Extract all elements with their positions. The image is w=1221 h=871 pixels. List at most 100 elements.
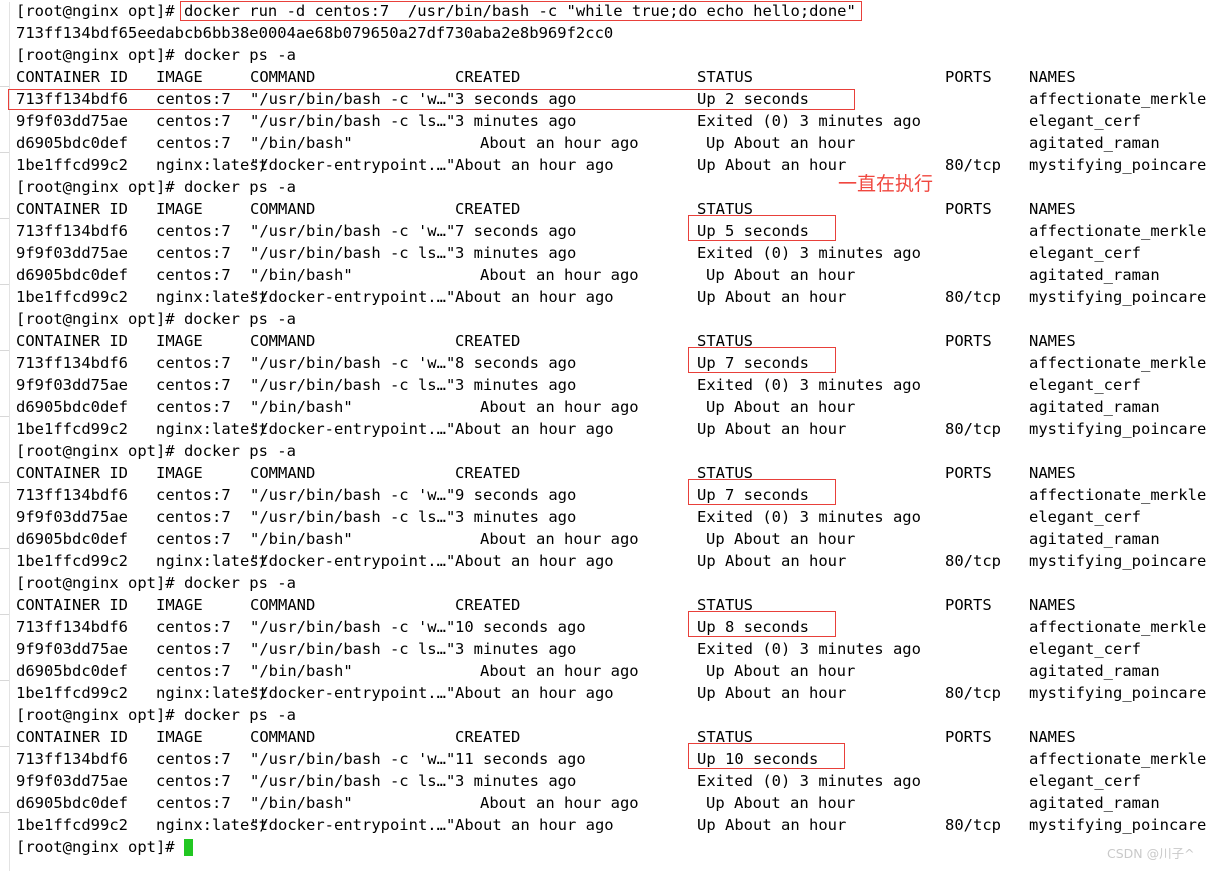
cell-status: Up About an hour <box>706 398 856 416</box>
cell-status: Up 5 seconds <box>697 222 809 240</box>
column-header-created: CREATED <box>455 464 521 482</box>
cell-status: Up About an hour <box>706 662 856 680</box>
terminal-cursor <box>183 839 193 856</box>
column-header-ports: PORTS <box>945 68 992 86</box>
cell-status: Up About an hour <box>706 794 856 812</box>
cell-created: About an hour ago <box>455 420 614 438</box>
cell-created: 3 minutes ago <box>455 772 577 790</box>
cell-command: "/docker-entrypoint.…" <box>250 420 456 438</box>
cell-container-id: d6905bdc0def <box>16 398 128 416</box>
cell-command: "/usr/bin/bash -c ls…" <box>250 112 456 130</box>
column-header-status: STATUS <box>697 464 753 482</box>
cell-status: Up 10 seconds <box>697 750 819 768</box>
cell-names: elegant_cerf <box>1029 508 1141 526</box>
cell-image: centos:7 <box>156 266 231 284</box>
cell-created: About an hour ago <box>455 552 614 570</box>
column-header-image: IMAGE <box>156 596 203 614</box>
cell-container-id: 9f9f03dd75ae <box>16 376 128 394</box>
cell-ports: 80/tcp <box>945 816 1001 834</box>
cell-status: Up About an hour <box>697 816 847 834</box>
cell-status: Up About an hour <box>706 134 856 152</box>
cell-created: About an hour ago <box>480 794 639 812</box>
column-header-container-id: CONTAINER ID <box>16 200 128 218</box>
cell-command: "/usr/bin/bash -c ls…" <box>250 376 456 394</box>
cell-status: Exited (0) 3 minutes ago <box>697 772 921 790</box>
cell-created: About an hour ago <box>480 662 639 680</box>
cell-image: centos:7 <box>156 90 231 108</box>
cell-container-id: 713ff134bdf6 <box>16 222 128 240</box>
cell-status: Up About an hour <box>697 552 847 570</box>
cell-status: Up 2 seconds <box>697 90 809 108</box>
shell-prompt: [root@nginx opt]# <box>16 838 184 856</box>
column-header-names: NAMES <box>1029 728 1076 746</box>
cell-container-id: 1be1ffcd99c2 <box>16 816 128 834</box>
column-header-status: STATUS <box>697 596 753 614</box>
cell-created: 3 minutes ago <box>455 640 577 658</box>
cell-status: Exited (0) 3 minutes ago <box>697 112 921 130</box>
cell-command: "/usr/bin/bash -c 'w…" <box>250 222 456 240</box>
column-header-command: COMMAND <box>250 464 316 482</box>
cell-command: "/docker-entrypoint.…" <box>250 156 456 174</box>
cell-command: "/bin/bash" <box>250 398 353 416</box>
cell-names: affectionate_merkle <box>1029 750 1207 768</box>
column-header-image: IMAGE <box>156 728 203 746</box>
cell-created: About an hour ago <box>455 288 614 306</box>
column-header-container-id: CONTAINER ID <box>16 332 128 350</box>
cell-command: "/usr/bin/bash -c ls…" <box>250 772 456 790</box>
cell-names: elegant_cerf <box>1029 772 1141 790</box>
docker-ps-command-text: [root@nginx opt]# docker ps -a <box>16 46 296 64</box>
cell-image: centos:7 <box>156 530 231 548</box>
cell-created: 8 seconds ago <box>455 354 577 372</box>
cell-image: centos:7 <box>156 376 231 394</box>
shell-prompt: [root@nginx opt]# <box>16 2 184 20</box>
cell-image: centos:7 <box>156 398 231 416</box>
cell-command: "/usr/bin/bash -c ls…" <box>250 244 456 262</box>
cell-names: affectionate_merkle <box>1029 486 1207 504</box>
cell-created: 11 seconds ago <box>455 750 586 768</box>
cell-ports: 80/tcp <box>945 552 1001 570</box>
cell-names: agitated_raman <box>1029 398 1160 416</box>
cell-status: Up About an hour <box>697 156 847 174</box>
container-hash-text: 713ff134bdf65eedabcb6bb38e0004ae68b07965… <box>16 24 614 42</box>
cell-command: "/usr/bin/bash -c ls…" <box>250 640 456 658</box>
cell-container-id: 1be1ffcd99c2 <box>16 288 128 306</box>
cell-created: 3 minutes ago <box>455 244 577 262</box>
cell-command: "/usr/bin/bash -c ls…" <box>250 508 456 526</box>
cell-container-id: 713ff134bdf6 <box>16 354 128 372</box>
column-header-names: NAMES <box>1029 464 1076 482</box>
column-header-command: COMMAND <box>250 200 316 218</box>
docker-ps-command-text: [root@nginx opt]# docker ps -a <box>16 442 296 460</box>
column-header-image: IMAGE <box>156 464 203 482</box>
column-header-image: IMAGE <box>156 68 203 86</box>
cell-names: elegant_cerf <box>1029 640 1141 658</box>
cell-ports: 80/tcp <box>945 420 1001 438</box>
column-header-ports: PORTS <box>945 464 992 482</box>
cell-image: centos:7 <box>156 640 231 658</box>
cell-image: centos:7 <box>156 750 231 768</box>
column-header-names: NAMES <box>1029 68 1076 86</box>
cell-container-id: 1be1ffcd99c2 <box>16 684 128 702</box>
terminal-window[interactable]: [root@nginx opt]# docker run -d centos:7… <box>0 0 1221 871</box>
cell-image: centos:7 <box>156 222 231 240</box>
cell-status: Exited (0) 3 minutes ago <box>697 376 921 394</box>
cell-ports: 80/tcp <box>945 156 1001 174</box>
cell-names: affectionate_merkle <box>1029 90 1207 108</box>
cell-container-id: d6905bdc0def <box>16 530 128 548</box>
column-header-ports: PORTS <box>945 596 992 614</box>
docker-ps-command-text: [root@nginx opt]# docker ps -a <box>16 574 296 592</box>
cell-names: mystifying_poincare <box>1029 288 1207 306</box>
docker-run-command-text: docker run -d centos:7 /usr/bin/bash -c … <box>183 2 856 20</box>
cell-image: centos:7 <box>156 354 231 372</box>
column-header-created: CREATED <box>455 332 521 350</box>
cell-created: 3 minutes ago <box>455 112 577 130</box>
column-header-command: COMMAND <box>250 68 316 86</box>
column-header-created: CREATED <box>455 200 521 218</box>
cell-container-id: 713ff134bdf6 <box>16 90 128 108</box>
cell-status: Up 7 seconds <box>697 354 809 372</box>
cell-names: affectionate_merkle <box>1029 618 1207 636</box>
column-header-created: CREATED <box>455 596 521 614</box>
cell-container-id: d6905bdc0def <box>16 134 128 152</box>
column-header-container-id: CONTAINER ID <box>16 728 128 746</box>
cell-created: About an hour ago <box>455 816 614 834</box>
cell-names: elegant_cerf <box>1029 244 1141 262</box>
